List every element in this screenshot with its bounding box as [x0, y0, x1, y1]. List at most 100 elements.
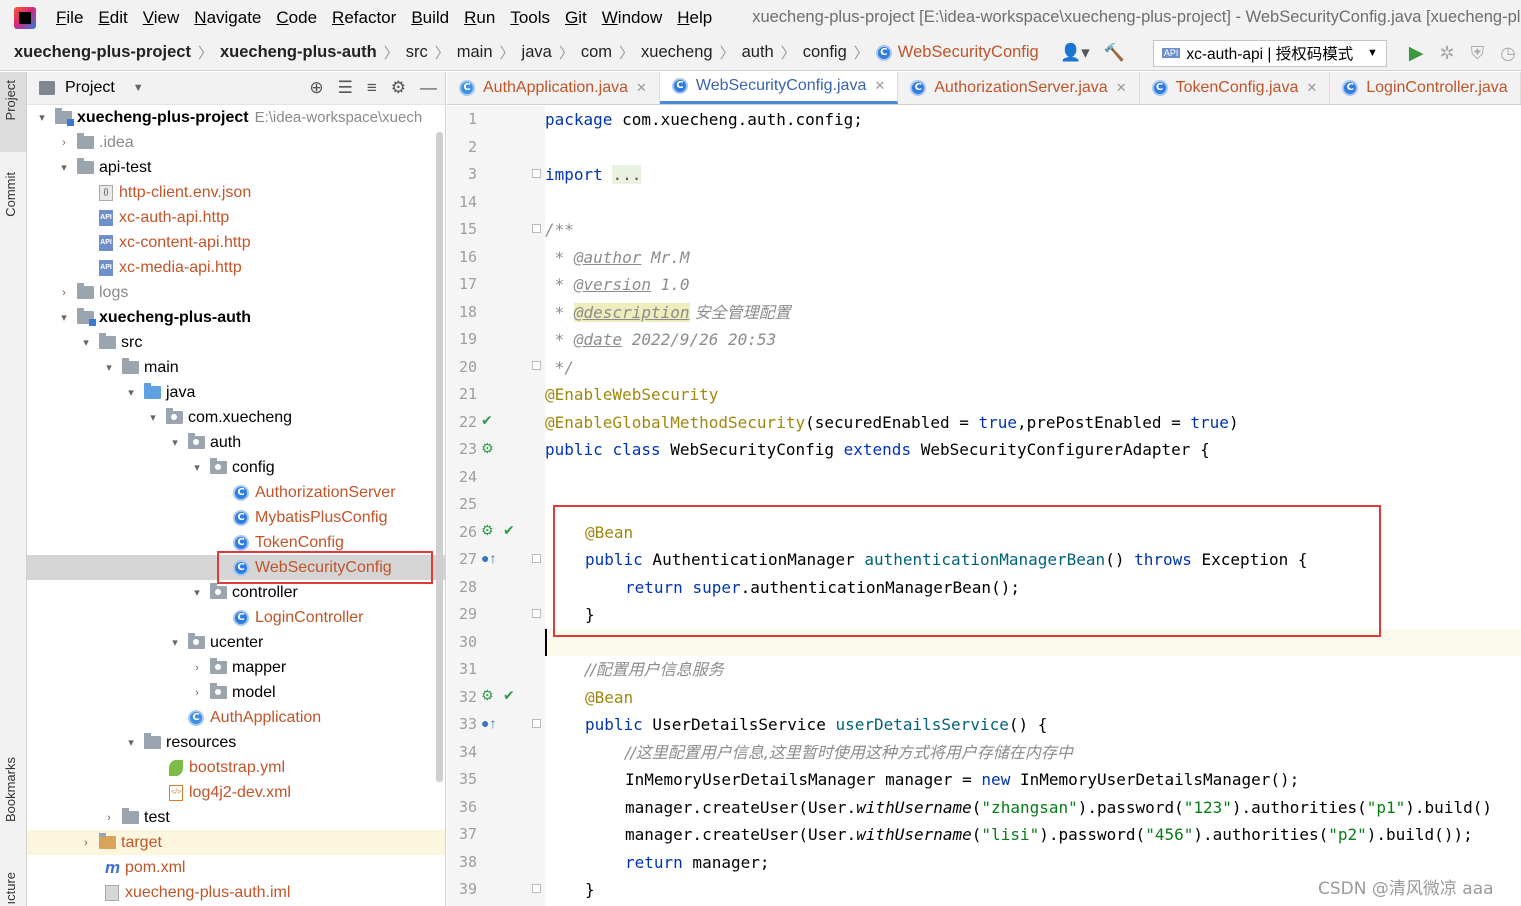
tree-item-xc-auth-api-http[interactable]: API xc-auth-api.http: [27, 205, 445, 230]
override-icon[interactable]: ●↑: [481, 716, 496, 730]
menu-view[interactable]: View: [143, 8, 180, 28]
menu-file[interactable]: File: [56, 8, 83, 28]
menu-refactor[interactable]: Refactor: [332, 8, 396, 28]
tree-item-target[interactable]: › target: [27, 830, 445, 855]
chevron-down-icon[interactable]: ▼: [133, 82, 144, 94]
tree-item-xuecheng-plus-auth[interactable]: ▾ xuecheng-plus-auth: [27, 305, 445, 330]
user-icon[interactable]: 👤▾: [1060, 43, 1090, 63]
fold-marker-icon[interactable]: [532, 554, 541, 563]
menu-window[interactable]: Window: [602, 8, 662, 28]
override-icon[interactable]: ●↑: [481, 551, 496, 565]
tree-item-main[interactable]: ▾ main: [27, 355, 445, 380]
fold-marker-icon[interactable]: [532, 224, 541, 233]
spring-bean-icon[interactable]: ✔: [503, 523, 515, 537]
chevron-down-icon[interactable]: ▾: [57, 311, 71, 324]
breadcrumb-java[interactable]: java: [522, 43, 552, 62]
close-icon[interactable]: ✕: [874, 78, 885, 94]
chevron-right-icon[interactable]: ›: [57, 137, 71, 149]
spring-bean-icon[interactable]: ⚙: [481, 688, 494, 702]
breadcrumb-module[interactable]: xuecheng-plus-auth: [220, 43, 377, 62]
tree-item-web-security-config[interactable]: C WebSecurityConfig: [27, 555, 445, 580]
project-panel-title[interactable]: Project: [65, 79, 115, 97]
coverage-icon[interactable]: ⛨: [1471, 43, 1485, 64]
breadcrumb-main[interactable]: main: [457, 43, 493, 62]
hide-icon[interactable]: —: [420, 78, 437, 98]
tree-item-xc-content-api-http[interactable]: API xc-content-api.http: [27, 230, 445, 255]
menu-git[interactable]: Git: [565, 8, 587, 28]
profile-icon[interactable]: ◷: [1500, 43, 1516, 64]
chevron-right-icon[interactable]: ›: [102, 812, 116, 824]
tree-item-mapper[interactable]: › mapper: [27, 655, 445, 680]
chevron-down-icon[interactable]: ▾: [168, 636, 182, 649]
gear-icon[interactable]: ⚙: [391, 78, 406, 98]
tree-item-http-client-env[interactable]: {} http-client.env.json: [27, 180, 445, 205]
menu-tools[interactable]: Tools: [510, 8, 550, 28]
chevron-right-icon[interactable]: ›: [57, 287, 71, 299]
menu-help[interactable]: Help: [677, 8, 712, 28]
tree-item-auth[interactable]: ▾ auth: [27, 430, 445, 455]
chevron-right-icon[interactable]: ›: [190, 687, 204, 699]
tree-item-project[interactable]: ▾ xuecheng-plus-project E:\idea-workspace\…: [27, 105, 445, 130]
menu-edit[interactable]: Edit: [98, 8, 127, 28]
chevron-down-icon[interactable]: ▾: [190, 586, 204, 599]
menu-build[interactable]: Build: [411, 8, 449, 28]
tab-web-security-config[interactable]: C WebSecurityConfig.java ✕: [659, 72, 899, 104]
tree-item-xc-media-api-http[interactable]: API xc-media-api.http: [27, 255, 445, 280]
close-icon[interactable]: ✕: [636, 80, 647, 96]
tree-item-controller[interactable]: ▾ controller: [27, 580, 445, 605]
chevron-down-icon[interactable]: ▾: [79, 336, 93, 349]
tree-item-auth-application[interactable]: C AuthApplication: [27, 705, 445, 730]
fold-marker-icon[interactable]: [532, 884, 541, 893]
tree-item-idea[interactable]: › .idea: [27, 130, 445, 155]
tree-item-login-controller[interactable]: C LoginController: [27, 605, 445, 630]
tab-authorization-server[interactable]: C AuthorizationServer.java ✕: [898, 72, 1140, 104]
spring-bean-icon[interactable]: ⚙: [481, 523, 494, 537]
spring-bean-icon[interactable]: ✔: [503, 688, 515, 702]
chevron-right-icon[interactable]: ›: [79, 837, 93, 849]
breadcrumb-config[interactable]: config: [803, 43, 847, 62]
tab-login-controller[interactable]: C LoginController.java: [1330, 72, 1521, 104]
tool-tab-structure[interactable]: ıcture: [3, 872, 18, 905]
tree-item-api-test[interactable]: ▾ api-test: [27, 155, 445, 180]
tree-item-ucenter[interactable]: ▾ ucenter: [27, 630, 445, 655]
locate-icon[interactable]: ⊕: [309, 78, 323, 98]
breadcrumb-xuecheng[interactable]: xuecheng: [641, 43, 713, 62]
chevron-down-icon[interactable]: ▾: [35, 111, 49, 124]
tree-item-bootstrap-yml[interactable]: bootstrap.yml: [27, 755, 445, 780]
fold-marker-icon[interactable]: [532, 169, 541, 178]
tree-item-authorization-server[interactable]: C AuthorizationServer: [27, 480, 445, 505]
tab-token-config[interactable]: C TokenConfig.java ✕: [1140, 72, 1331, 104]
menu-code[interactable]: Code: [276, 8, 317, 28]
tree-item-log4j2-dev-xml[interactable]: </> log4j2-dev.xml: [27, 780, 445, 805]
tool-tab-commit[interactable]: Commit: [3, 172, 18, 217]
chevron-down-icon[interactable]: ▾: [124, 736, 138, 749]
tree-item-pom-xml[interactable]: m pom.xml: [27, 855, 445, 880]
tool-tab-bookmarks[interactable]: Bookmarks: [3, 757, 18, 822]
tree-item-java[interactable]: ▾ java: [27, 380, 445, 405]
tree-item-module-iml[interactable]: xuecheng-plus-auth.iml: [27, 880, 445, 905]
tree-item-mybatis-plus-config[interactable]: C MybatisPlusConfig: [27, 505, 445, 530]
chevron-right-icon[interactable]: ›: [190, 662, 204, 674]
chevron-down-icon[interactable]: ▾: [57, 161, 71, 174]
close-icon[interactable]: ✕: [1306, 80, 1317, 96]
collapse-all-icon[interactable]: ≡: [367, 78, 377, 98]
breadcrumb-file[interactable]: C WebSecurityConfig: [875, 43, 1039, 62]
folded-imports[interactable]: ...: [612, 165, 642, 184]
spring-config-icon[interactable]: ⚙: [481, 441, 494, 455]
breadcrumb-src[interactable]: src: [406, 43, 428, 62]
fold-marker-icon[interactable]: [532, 719, 541, 728]
tree-item-resources[interactable]: ▾ resources: [27, 730, 445, 755]
breadcrumb-project[interactable]: xuecheng-plus-project: [14, 43, 191, 62]
menu-navigate[interactable]: Navigate: [194, 8, 261, 28]
breadcrumb-auth[interactable]: auth: [742, 43, 774, 62]
tree-item-token-config[interactable]: C TokenConfig: [27, 530, 445, 555]
chevron-down-icon[interactable]: ▾: [102, 361, 116, 374]
project-scrollbar[interactable]: [436, 132, 443, 782]
menu-run[interactable]: Run: [464, 8, 495, 28]
fold-marker-icon[interactable]: [532, 609, 541, 618]
spring-bean-icon[interactable]: ✔: [481, 413, 493, 427]
tree-item-model[interactable]: › model: [27, 680, 445, 705]
fold-marker-icon[interactable]: [532, 361, 541, 370]
tab-auth-application[interactable]: C AuthApplication.java ✕: [447, 72, 660, 104]
chevron-down-icon[interactable]: ▾: [190, 461, 204, 474]
